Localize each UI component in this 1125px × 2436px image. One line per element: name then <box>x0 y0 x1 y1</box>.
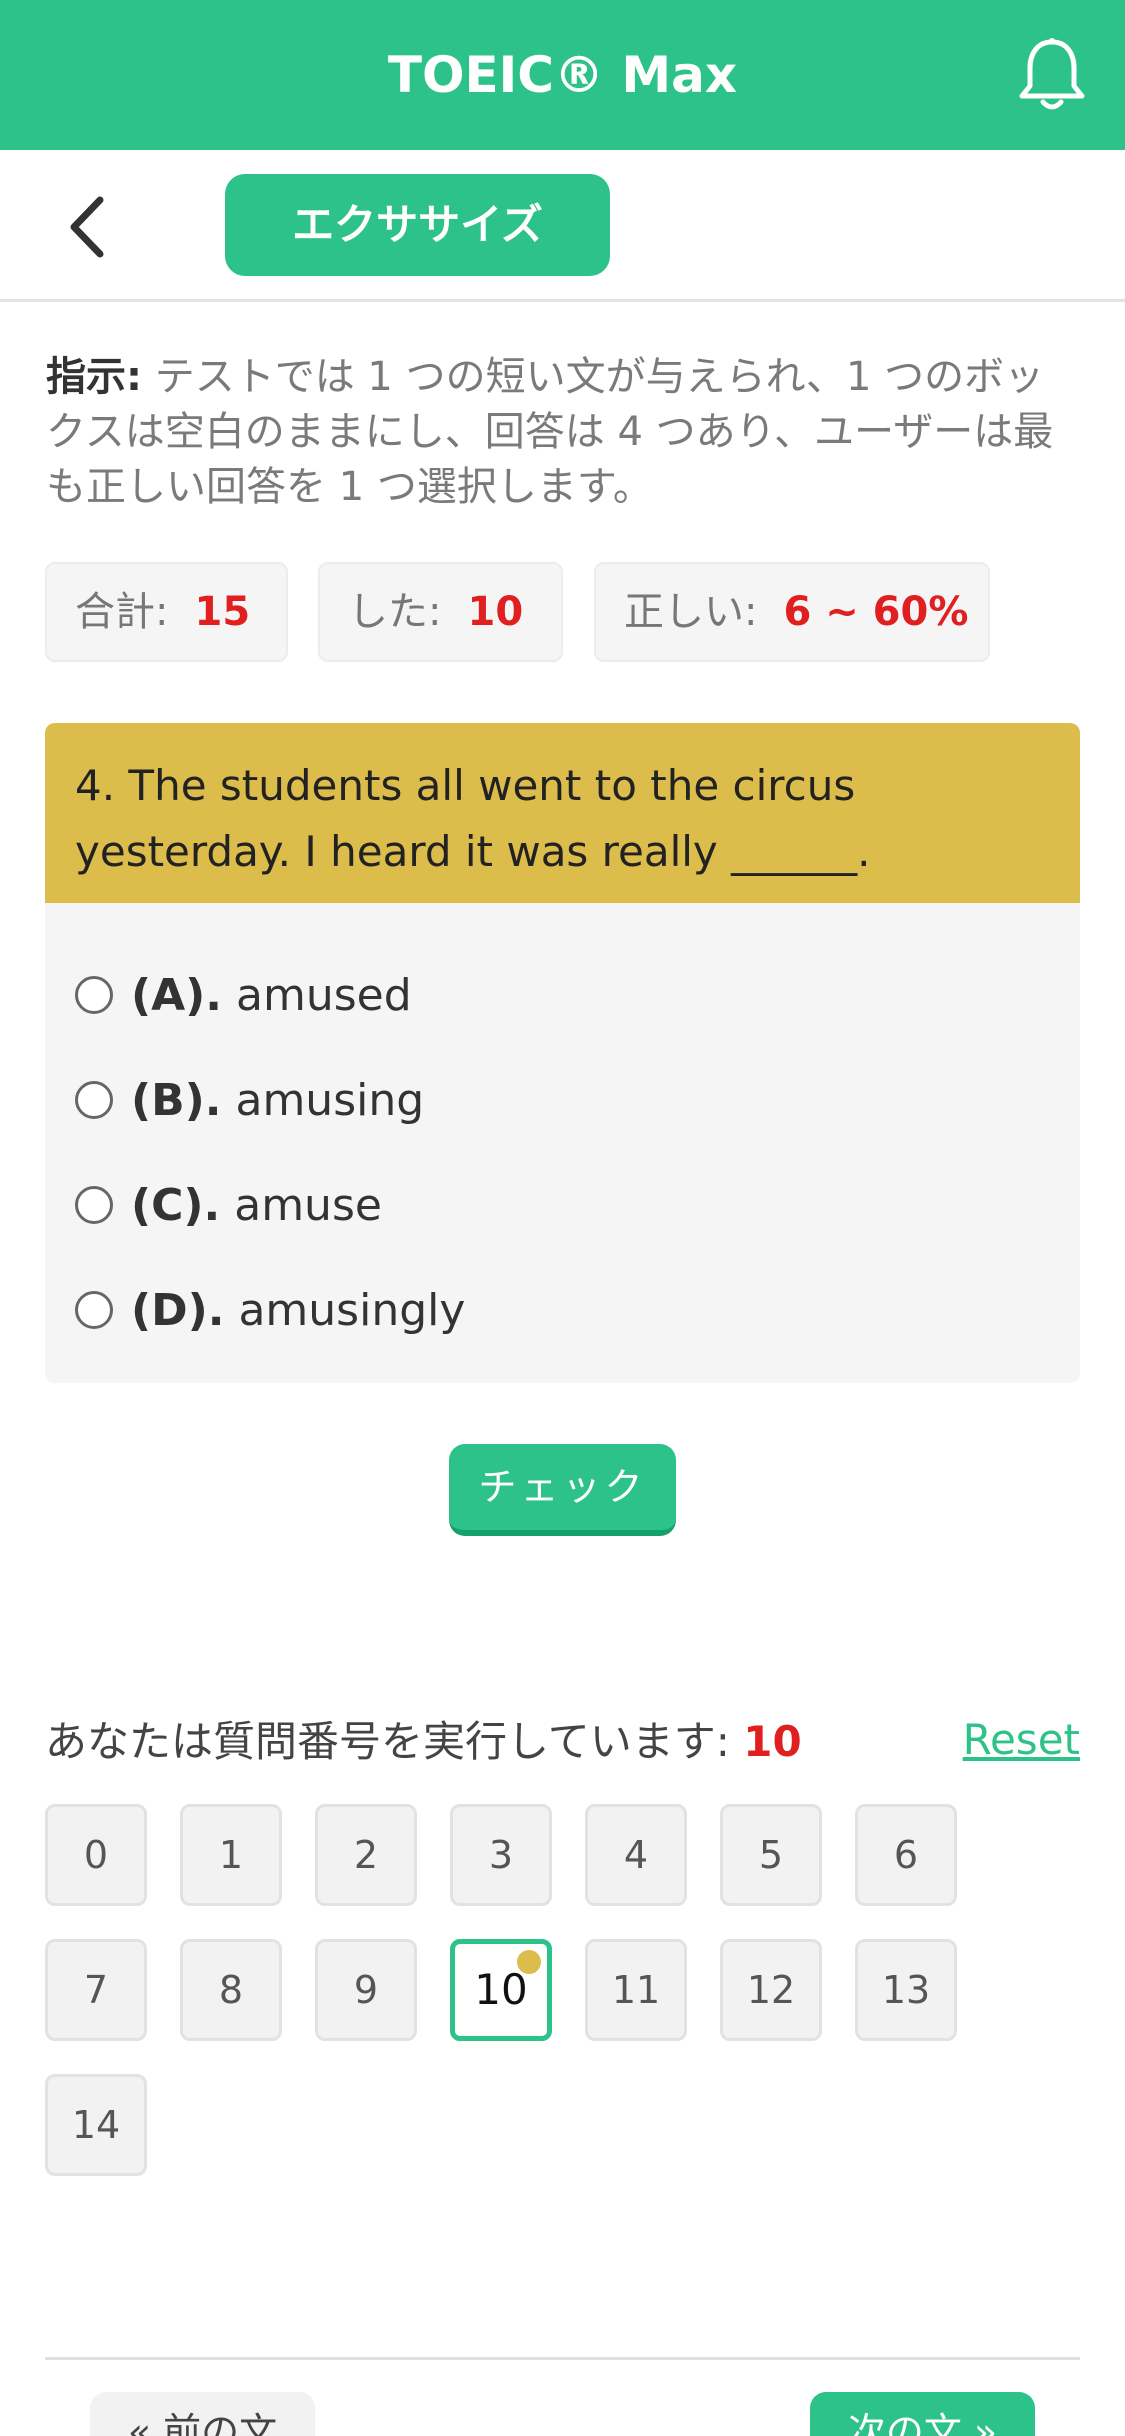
stat-total: 合計: 15 <box>45 562 288 662</box>
stat-total-label: 合計: <box>75 589 169 635</box>
question-number-button[interactable]: 4 <box>585 1804 687 1906</box>
question-number-button[interactable]: 13 <box>855 1939 957 2041</box>
option-text: amused <box>236 969 412 1021</box>
question-number-button[interactable]: 5 <box>720 1804 822 1906</box>
question-number-button[interactable]: 12 <box>720 1939 822 2041</box>
option-letter: (C). <box>131 1179 221 1231</box>
stat-correct-value: 6 ~ 60% <box>783 589 969 635</box>
question-number-button[interactable]: 9 <box>315 1939 417 2041</box>
stat-done-value: 10 <box>467 589 524 635</box>
answer-option-b[interactable]: (B). amusing <box>75 1065 424 1135</box>
bell-icon[interactable] <box>1017 36 1087 114</box>
radio-button[interactable] <box>75 1081 113 1119</box>
question-text: 4. The students all went to the circus y… <box>45 723 1080 903</box>
app-bar: TOEIC® Max <box>0 0 1125 150</box>
answer-option-a[interactable]: (A). amused <box>75 960 412 1030</box>
question-number-button[interactable]: 7 <box>45 1939 147 2041</box>
stat-correct: 正しい: 6 ~ 60% <box>594 562 990 662</box>
check-button[interactable]: チェック <box>449 1444 676 1536</box>
option-letter: (D). <box>131 1284 225 1336</box>
option-text: amusing <box>235 1074 425 1126</box>
question-number-button[interactable]: 14 <box>45 2074 147 2176</box>
sub-navigation-bar: エクササイズ <box>0 150 1125 302</box>
question-number-button[interactable]: 1 <box>180 1804 282 1906</box>
question-number-button[interactable]: 11 <box>585 1939 687 2041</box>
radio-button[interactable] <box>75 1291 113 1329</box>
option-letter: (A). <box>131 969 222 1021</box>
option-text: amuse <box>234 1179 382 1231</box>
answer-option-c[interactable]: (C). amuse <box>75 1170 382 1240</box>
option-letter: (B). <box>131 1074 222 1126</box>
stat-total-value: 15 <box>194 589 251 635</box>
question-number-label: 10 <box>474 1965 528 2014</box>
question-number-button[interactable]: 3 <box>450 1804 552 1906</box>
current-indicator-dot <box>517 1950 541 1974</box>
stat-done-label: した: <box>348 589 442 635</box>
question-number-button[interactable]: 2 <box>315 1804 417 1906</box>
next-sentence-button[interactable]: 次の文 » <box>810 2392 1035 2436</box>
instructions-label: 指示: <box>46 354 142 400</box>
radio-button[interactable] <box>75 1186 113 1224</box>
answer-option-d[interactable]: (D). amusingly <box>75 1275 465 1345</box>
reset-link[interactable]: Reset <box>963 1710 1080 1770</box>
instructions: 指示: テストでは 1 つの短い文が与えられ、1 つのボックスは空白のままにし、… <box>46 350 1076 515</box>
question-number-button-current[interactable]: 10 <box>450 1939 552 2041</box>
progress-label: あなたは質問番号を実行しています: 10 <box>45 1712 802 1772</box>
chevron-left-icon[interactable] <box>62 194 112 260</box>
radio-button[interactable] <box>75 976 113 1014</box>
divider <box>45 2357 1080 2360</box>
question-number-button[interactable]: 8 <box>180 1939 282 2041</box>
tab-exercise[interactable]: エクササイズ <box>225 174 610 276</box>
current-question-number: 10 <box>743 1717 802 1766</box>
stat-correct-label: 正しい: <box>624 589 758 635</box>
instructions-text: テストでは 1 つの短い文が与えられ、1 つのボックスは空白のままにし、回答は … <box>46 354 1054 510</box>
previous-sentence-button[interactable]: « 前の文 <box>90 2392 315 2436</box>
stat-done: した: 10 <box>318 562 563 662</box>
question-number-button[interactable]: 0 <box>45 1804 147 1906</box>
app-title: TOEIC® Max <box>387 46 738 104</box>
progress-label-text: あなたは質問番号を実行しています: <box>45 1717 744 1766</box>
option-text: amusingly <box>238 1284 466 1336</box>
question-number-button[interactable]: 6 <box>855 1804 957 1906</box>
question-card: 4. The students all went to the circus y… <box>45 723 1080 1383</box>
